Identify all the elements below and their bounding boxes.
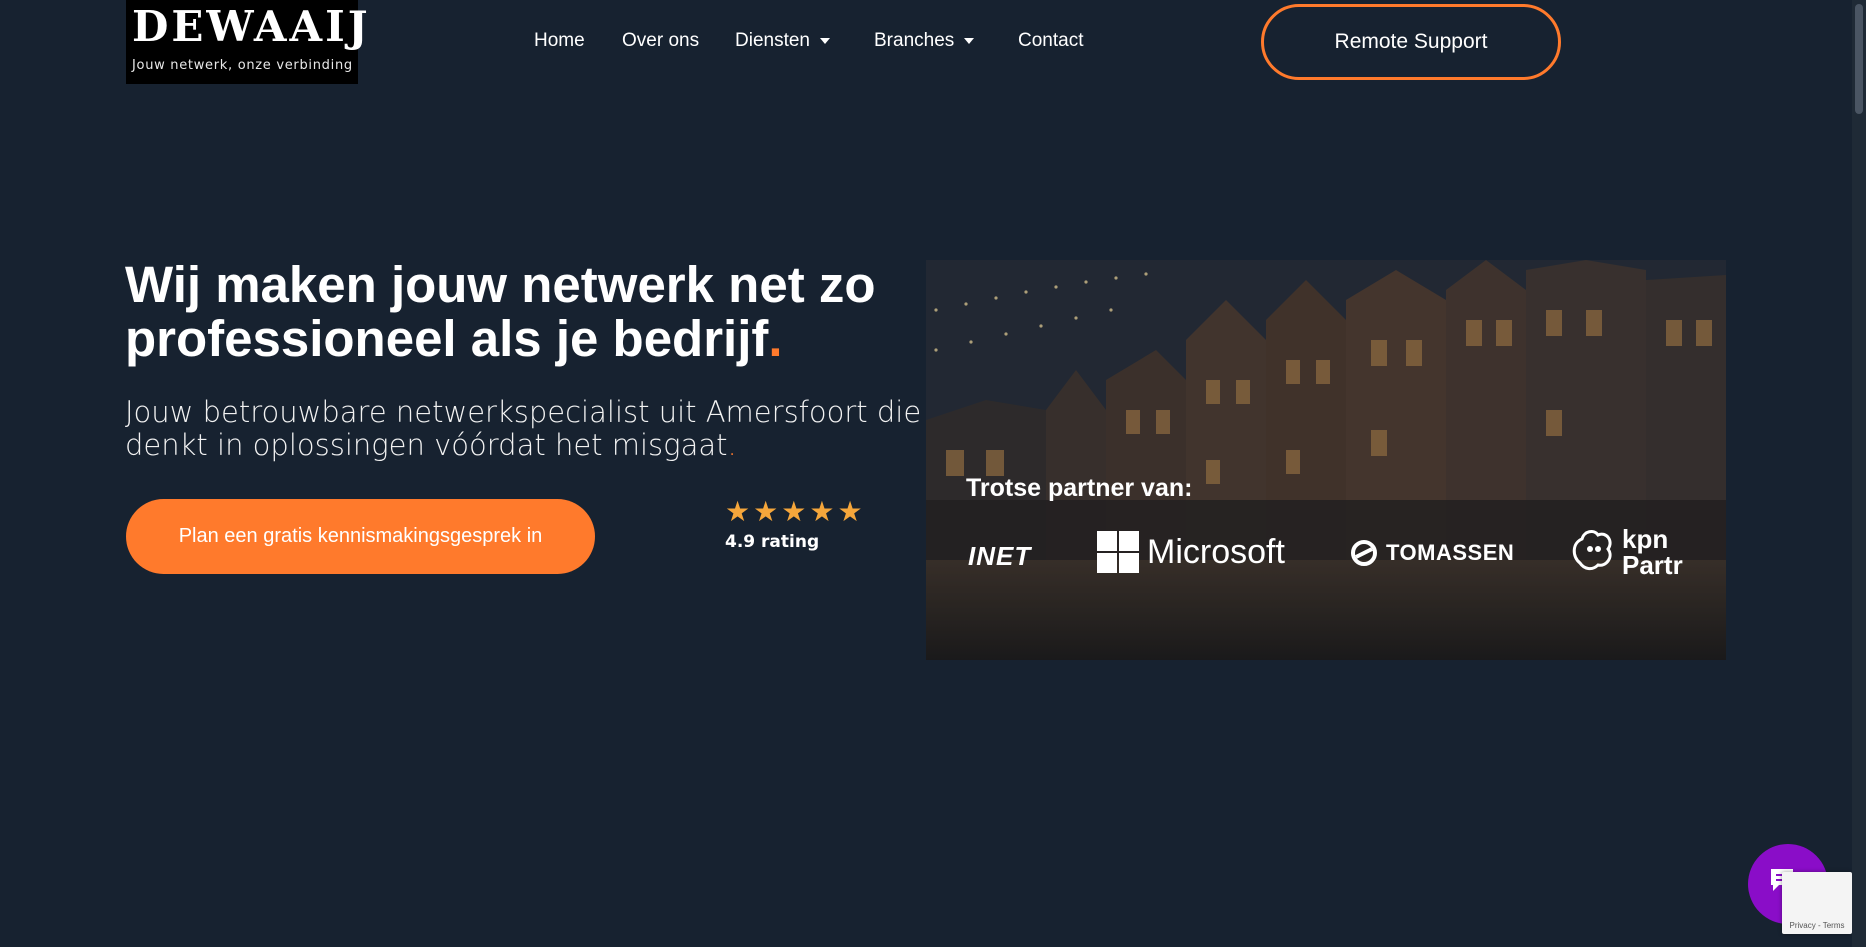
star-icon: ★ <box>753 496 779 527</box>
hero-subtitle: Jouw betrouwbare netwerkspecialist uit A… <box>125 396 925 462</box>
recaptcha-text: Privacy - Terms <box>1789 921 1845 930</box>
hero-image <box>926 260 1726 660</box>
star-icon: ★ <box>837 496 863 527</box>
caret-down-icon <box>820 38 830 44</box>
windows-icon <box>1097 531 1139 573</box>
partner-name: kpn <box>1622 524 1669 554</box>
hero-title: Wij maken jouw netwerk net zo profession… <box>125 258 925 366</box>
partner-logo-tomassen: TOMASSEN <box>1350 539 1514 567</box>
star-icon: ★ <box>809 496 835 527</box>
nav-item-over-ons[interactable]: Over ons <box>622 30 699 52</box>
star-icon: ★ <box>725 496 751 527</box>
partner-logo-microsoft: Microsoft <box>1097 531 1285 573</box>
nav-item-branches[interactable]: Branches <box>874 30 975 52</box>
nav-item-diensten[interactable]: Diensten <box>735 30 830 52</box>
nav-item-contact[interactable]: Contact <box>1018 30 1083 52</box>
partner-logo-kpn: kpn Partr <box>1570 526 1683 578</box>
remote-support-button[interactable]: Remote Support <box>1261 4 1561 80</box>
hero-title-text: Wij maken jouw netwerk net zo profession… <box>125 256 876 367</box>
hero-subtitle-text: Jouw betrouwbare netwerkspecialist uit A… <box>125 395 922 462</box>
partner-name: Microsoft <box>1147 532 1285 571</box>
tomassen-mark-icon <box>1351 540 1377 566</box>
partner-name: INET <box>968 541 1032 571</box>
kpn-wordmark: kpn Partr <box>1622 526 1683 578</box>
nav-item-label: Branches <box>874 30 955 51</box>
partner-name-sub: Partr <box>1622 550 1683 580</box>
caret-down-icon <box>964 38 975 44</box>
nav-item-label: Diensten <box>735 30 810 51</box>
partner-name: TOMASSEN <box>1386 540 1515 565</box>
nav-item-label: Home <box>534 30 585 51</box>
nav-item-label: Contact <box>1018 30 1084 51</box>
brand-logo[interactable]: DEWAAIJ Jouw netwerk, onze verbinding <box>126 0 371 84</box>
partner-logo-inet: INET <box>968 541 1031 572</box>
page-scrollbar[interactable] <box>1852 0 1866 947</box>
rating-label: 4.9 rating <box>725 532 820 552</box>
brand-name: DEWAAIJ <box>132 2 371 51</box>
scrollbar-thumb[interactable] <box>1855 4 1863 114</box>
star-icon: ★ <box>781 496 807 527</box>
partners-title: Trotse partner van: <box>966 474 1193 502</box>
nav-item-home[interactable]: Home <box>534 30 585 52</box>
hero-title-dot: . <box>768 310 783 367</box>
cta-button[interactable]: Plan een gratis kennismakingsgesprek in <box>126 499 595 574</box>
recaptcha-badge[interactable]: Privacy - Terms <box>1782 872 1852 934</box>
kpn-crown-icon <box>1572 530 1612 571</box>
rating-stars: ★ ★ ★ ★ ★ <box>725 498 863 526</box>
nav-item-label: Over ons <box>622 30 700 51</box>
hero-subtitle-dot: . <box>727 428 737 462</box>
street-illustration <box>926 260 1726 660</box>
brand-tagline: Jouw netwerk, onze verbinding <box>132 58 353 73</box>
